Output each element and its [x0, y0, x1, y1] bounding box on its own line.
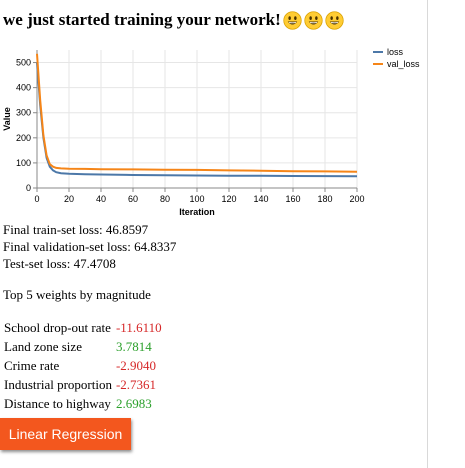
chart-legend: loss val_loss [373, 47, 420, 69]
x-tick-label: 80 [160, 194, 170, 204]
weight-value: 3.7814 [115, 338, 152, 354]
weight-value: 2.6983 [115, 395, 152, 411]
y-tick-label: 200 [16, 133, 31, 143]
x-tick-label: 0 [34, 194, 39, 204]
table-row: Industrial proportion -2.7361 [2, 375, 164, 394]
table-row: Distance to highway 2.6983 [2, 394, 164, 413]
weight-value: -11.6110 [115, 319, 162, 335]
y-axis-label: Value [2, 107, 12, 131]
legend-label: val_loss [387, 59, 420, 69]
x-tick-label: 40 [96, 194, 106, 204]
table-row: Crime rate -2.9040 [2, 356, 164, 375]
y-tick-label: 100 [16, 158, 31, 168]
table-row: Land zone size 3.7814 [2, 337, 164, 356]
smiley-icon [325, 10, 344, 30]
weight-name: Industrial proportion [4, 376, 112, 392]
headline-text: we just started training your network! [3, 10, 281, 29]
table-row: School drop-out rate -11.6110 [2, 318, 164, 337]
weight-name: Land zone size [4, 338, 82, 354]
test-loss-text: Test-set loss: 47.4708 [3, 256, 116, 271]
validation-loss-text: Final validation-set loss: 64.8337 [3, 239, 177, 254]
right-divider [427, 0, 428, 468]
weight-name: School drop-out rate [4, 319, 111, 335]
x-axis-label: Iteration [179, 207, 215, 217]
y-tick-label: 0 [26, 183, 31, 193]
weight-name: Crime rate [4, 357, 60, 373]
x-tick-label: 100 [189, 194, 204, 204]
weight-value: -2.9040 [115, 357, 157, 373]
loss-chart: 0 20 40 60 80 100 120 140 160 180 200 0 100 200 300 400… [2, 47, 420, 217]
x-tick-label: 140 [253, 194, 268, 204]
loss-summary: Final train-set loss: 46.8597 Final vali… [3, 221, 176, 272]
legend-label: loss [387, 47, 404, 57]
x-tick-label: 60 [128, 194, 138, 204]
train-loss-text: Final train-set loss: 46.8597 [3, 222, 149, 237]
x-tick-label: 120 [221, 194, 236, 204]
weights-heading: Top 5 weights by magnitude [3, 287, 151, 302]
smiley-icon [283, 10, 302, 30]
weights-table: School drop-out rate -11.6110 Land zone … [2, 318, 164, 413]
y-tick-label: 400 [16, 83, 31, 93]
page-headline: we just started training your network! [3, 10, 344, 30]
chart-grid [36, 50, 358, 189]
weight-value: -2.7361 [115, 376, 157, 392]
chart-axes: 0 20 40 60 80 100 120 140 160 180 200 0 100 200 300 400… [2, 50, 365, 217]
x-tick-label: 180 [317, 194, 332, 204]
y-tick-label: 300 [16, 108, 31, 118]
smiley-icon [304, 10, 323, 30]
linear-regression-button[interactable]: Linear Regression [0, 418, 131, 450]
x-tick-label: 20 [64, 194, 74, 204]
y-tick-label: 500 [16, 58, 31, 68]
weight-name: Distance to highway [4, 395, 111, 411]
x-tick-label: 200 [349, 194, 364, 204]
x-tick-label: 160 [285, 194, 300, 204]
